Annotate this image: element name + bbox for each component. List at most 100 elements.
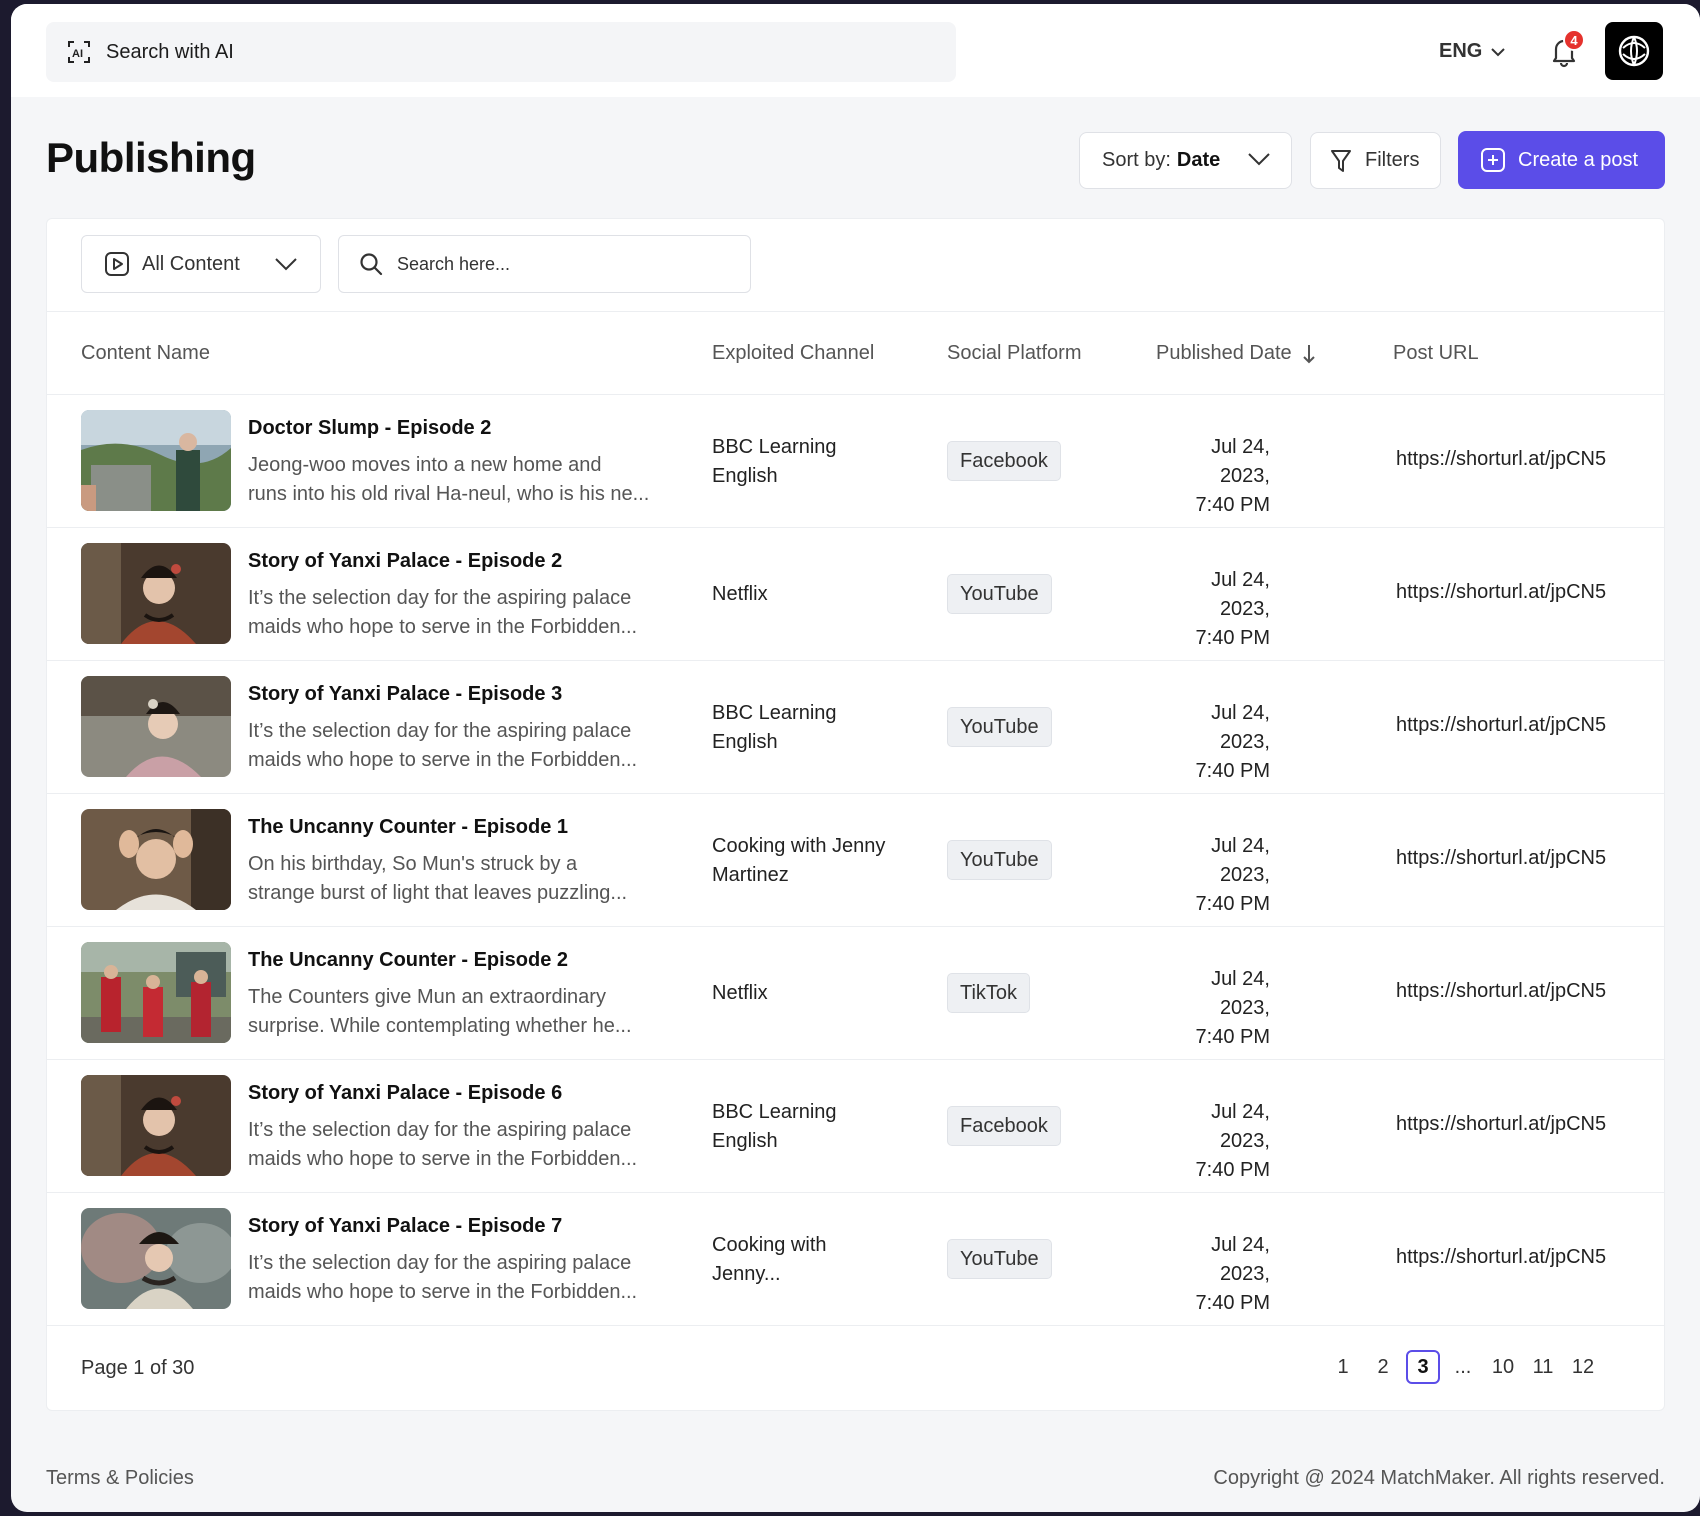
column-social-platform[interactable]: Social Platform bbox=[947, 342, 1082, 365]
filters-label: Filters bbox=[1365, 149, 1420, 171]
post-url-link[interactable]: https://shorturl.at/jpCN5 bbox=[1396, 1246, 1606, 1269]
platform-badge: TikTok bbox=[947, 973, 1031, 1013]
table-row[interactable]: The Uncanny Counter - Episode 1 On his b… bbox=[47, 794, 1664, 927]
chevron-down-icon bbox=[1248, 153, 1270, 166]
date-line: Jul 24, 2023, bbox=[1211, 835, 1270, 886]
content-type-select[interactable]: All Content bbox=[81, 235, 321, 293]
page-button[interactable]: 10 bbox=[1486, 1350, 1520, 1384]
content-thumbnail bbox=[81, 942, 231, 1043]
page-button[interactable]: 2 bbox=[1366, 1350, 1400, 1384]
description-line: Jeong-woo moves into a new home and bbox=[248, 454, 602, 476]
platform-badge: YouTube bbox=[947, 840, 1052, 880]
ai-search-icon: AI bbox=[66, 39, 92, 65]
filters-button[interactable]: Filters bbox=[1310, 132, 1441, 189]
post-url-link[interactable]: https://shorturl.at/jpCN5 bbox=[1396, 714, 1606, 737]
page-button[interactable]: 12 bbox=[1566, 1350, 1600, 1384]
column-published-date[interactable]: Published Date bbox=[1156, 342, 1316, 365]
platform-badge: YouTube bbox=[947, 1239, 1052, 1279]
terms-link[interactable]: Terms & Policies bbox=[46, 1467, 194, 1490]
description-line: maids who hope to serve in the Forbidden… bbox=[248, 749, 638, 771]
notification-badge: 4 bbox=[1563, 29, 1585, 51]
create-post-button[interactable]: Create a post bbox=[1458, 131, 1665, 189]
svg-text:AI: AI bbox=[72, 48, 83, 60]
sort-prefix: Sort by: bbox=[1102, 149, 1171, 171]
table-row[interactable]: Story of Yanxi Palace - Episode 7 It’s t… bbox=[47, 1193, 1664, 1326]
column-post-url[interactable]: Post URL bbox=[1393, 342, 1479, 365]
avatar[interactable] bbox=[1605, 22, 1663, 80]
table-row[interactable]: Story of Yanxi Palace - Episode 6 It’s t… bbox=[47, 1060, 1664, 1193]
language-selector[interactable]: ENG bbox=[1439, 40, 1506, 63]
platform-badge: Facebook bbox=[947, 441, 1061, 481]
search-input[interactable] bbox=[397, 253, 727, 275]
content-thumbnail bbox=[81, 1208, 231, 1309]
description-line: maids who hope to serve in the Forbidden… bbox=[248, 1148, 638, 1170]
description-line: It’s the selection day for the aspiring … bbox=[248, 1252, 632, 1274]
published-date: Jul 24, 2023, 7:40 PM bbox=[1156, 699, 1270, 786]
description-line: strange burst of light that leaves puzzl… bbox=[248, 882, 628, 904]
post-url-link[interactable]: https://shorturl.at/jpCN5 bbox=[1396, 448, 1606, 471]
date-line: Jul 24, 2023, bbox=[1211, 1234, 1270, 1285]
content-thumbnail bbox=[81, 1075, 231, 1176]
published-date: Jul 24, 2023, 7:40 PM bbox=[1156, 1231, 1270, 1318]
content-description: It’s the selection day for the aspiring … bbox=[248, 1116, 653, 1174]
channel-line: Martinez bbox=[712, 864, 789, 886]
post-url-link[interactable]: https://shorturl.at/jpCN5 bbox=[1396, 980, 1606, 1003]
date-line: Jul 24, 2023, bbox=[1211, 436, 1270, 487]
channel-line: Cooking with bbox=[712, 1234, 827, 1256]
post-url-link[interactable]: https://shorturl.at/jpCN5 bbox=[1396, 1113, 1606, 1136]
content-thumbnail bbox=[81, 410, 231, 511]
content-title: Story of Yanxi Palace - Episode 6 bbox=[248, 1082, 563, 1104]
content-table-card: All Content Content Name Exploited Chann… bbox=[46, 218, 1665, 1411]
search-icon bbox=[360, 253, 383, 276]
description-line: On his birthday, So Mun's struck by a bbox=[248, 853, 578, 875]
date-line: Jul 24, 2023, bbox=[1211, 968, 1270, 1019]
search-field bbox=[338, 235, 751, 293]
content-description: The Counters give Mun an extraordinary s… bbox=[248, 983, 653, 1041]
page-button[interactable]: 1 bbox=[1326, 1350, 1360, 1384]
plus-square-icon bbox=[1481, 148, 1505, 172]
platform-badge: Facebook bbox=[947, 1106, 1061, 1146]
table-row[interactable]: The Uncanny Counter - Episode 2 The Coun… bbox=[47, 927, 1664, 1060]
top-bar: AI Search with AI ENG 4 bbox=[11, 4, 1700, 97]
description-line: maids who hope to serve in the Forbidden… bbox=[248, 616, 638, 638]
content-title: Story of Yanxi Palace - Episode 3 bbox=[248, 683, 563, 705]
table-row[interactable]: Doctor Slump - Episode 2 Jeong-woo moves… bbox=[47, 395, 1664, 528]
table-row[interactable]: Story of Yanxi Palace - Episode 2 It’s t… bbox=[47, 528, 1664, 661]
exploited-channel: Netflix bbox=[712, 979, 912, 1008]
column-exploited-channel[interactable]: Exploited Channel bbox=[712, 342, 874, 365]
channel-line: English bbox=[712, 1130, 778, 1152]
channel-line: BBC Learning bbox=[712, 436, 837, 458]
sort-value: Date bbox=[1176, 149, 1221, 171]
ai-search-bar[interactable]: AI Search with AI bbox=[46, 22, 956, 82]
date-line: Jul 24, 2023, bbox=[1211, 569, 1270, 620]
page-title: Publishing bbox=[46, 134, 256, 181]
content-description: Jeong-woo moves into a new home and runs… bbox=[248, 451, 653, 509]
published-date: Jul 24, 2023, 7:40 PM bbox=[1156, 832, 1270, 919]
content-title: Doctor Slump - Episode 2 bbox=[248, 417, 492, 439]
sort-dropdown[interactable]: Sort by: Date bbox=[1079, 132, 1292, 189]
channel-line: BBC Learning bbox=[712, 1101, 837, 1123]
content-title: The Uncanny Counter - Episode 1 bbox=[248, 816, 569, 838]
content-thumbnail bbox=[81, 809, 231, 910]
channel-line: Netflix bbox=[712, 982, 768, 1004]
channel-line: Netflix bbox=[712, 583, 768, 605]
content-thumbnail bbox=[81, 543, 231, 644]
page-button-active[interactable]: 3 bbox=[1406, 1350, 1440, 1384]
post-url-link[interactable]: https://shorturl.at/jpCN5 bbox=[1396, 847, 1606, 870]
content-description: It’s the selection day for the aspiring … bbox=[248, 1249, 653, 1307]
language-label: ENG bbox=[1439, 40, 1483, 62]
description-line: The Counters give Mun an extraordinary bbox=[248, 986, 606, 1008]
post-url-link[interactable]: https://shorturl.at/jpCN5 bbox=[1396, 581, 1606, 604]
table-row[interactable]: Story of Yanxi Palace - Episode 3 It’s t… bbox=[47, 661, 1664, 794]
time-line: 7:40 PM bbox=[1195, 1159, 1270, 1181]
content-description: It’s the selection day for the aspiring … bbox=[248, 717, 653, 775]
channel-line: Cooking with Jenny bbox=[712, 835, 886, 857]
channel-line: English bbox=[712, 465, 778, 487]
description-line: surprise. While contemplating whether he… bbox=[248, 1015, 632, 1037]
channel-line: Jenny... bbox=[712, 1263, 781, 1285]
page-button[interactable]: 11 bbox=[1526, 1350, 1560, 1384]
column-content-name[interactable]: Content Name bbox=[81, 342, 210, 365]
exploited-channel: BBC Learning English bbox=[712, 1098, 912, 1156]
description-line: runs into his old rival Ha-neul, who is … bbox=[248, 483, 650, 505]
description-line: It’s the selection day for the aspiring … bbox=[248, 587, 632, 609]
